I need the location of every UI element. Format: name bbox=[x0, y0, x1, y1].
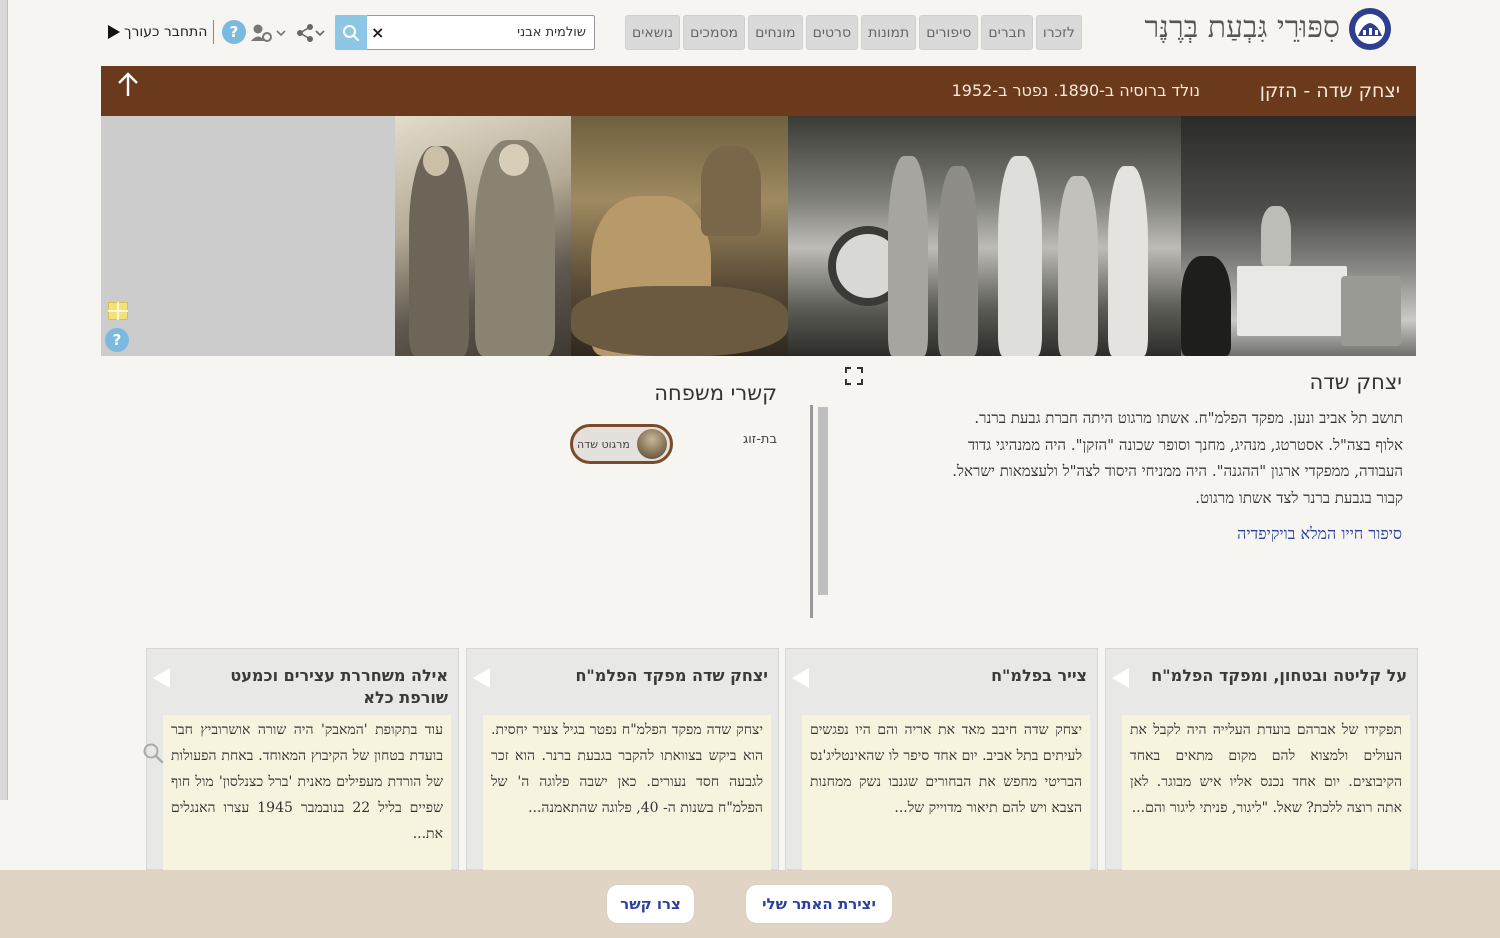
nav-item-photos[interactable]: תמונות bbox=[861, 15, 917, 50]
gallery-photo-meeting[interactable] bbox=[1181, 116, 1416, 356]
create-site-button[interactable]: יצירת האתר שלי bbox=[745, 884, 893, 924]
bio-scroll-thumb[interactable] bbox=[818, 407, 828, 595]
user-gear-icon bbox=[251, 24, 286, 42]
nav-item-videos[interactable]: סרטים bbox=[805, 15, 859, 50]
share-icon bbox=[297, 24, 325, 42]
gallery-photo-sculptor[interactable] bbox=[571, 116, 788, 356]
relation-label: בת-זוג bbox=[742, 432, 777, 447]
nav-item-members[interactable]: חברים bbox=[981, 15, 1033, 50]
play-icon bbox=[108, 25, 120, 39]
story-card-excerpt: יצחק שדה מפקד הפלמ"ח נפטר בגיל צעיר יחסי… bbox=[483, 715, 771, 871]
login-label: התחבר כעורך bbox=[124, 24, 208, 40]
bio-scroll-track bbox=[810, 405, 813, 618]
magnifier-icon[interactable] bbox=[142, 742, 164, 764]
back-to-top-button[interactable] bbox=[117, 72, 139, 98]
bio-line: תושב תל אביב ונען. מפקד הפלמ"ח. אשתו מרג… bbox=[974, 409, 1403, 427]
expand-icon[interactable] bbox=[844, 366, 864, 386]
story-card-excerpt: עוד בתקופת 'המאבק' היה שורה אושרוביץ חבר… bbox=[163, 715, 451, 871]
nav-item-terms[interactable]: מונחים bbox=[748, 15, 803, 50]
nav-item-documents[interactable]: מסמכים bbox=[683, 15, 746, 50]
share-button[interactable] bbox=[296, 22, 326, 44]
search-icon bbox=[343, 24, 360, 41]
family-title: קשרי משפחה bbox=[654, 381, 777, 405]
site-logo-icon[interactable] bbox=[1349, 8, 1391, 50]
story-card-title[interactable]: צייר בפלמ"ח bbox=[829, 665, 1087, 687]
person-header-name: יצחק שדה - הזקן bbox=[1259, 80, 1400, 102]
play-arrow-icon[interactable] bbox=[792, 668, 809, 688]
bio-line: אלוף בצה"ל. אסטרטג, מנהיג, מחנך וסופר שכ… bbox=[968, 435, 1403, 454]
person-header: יצחק שדה - הזקן נולד ברוסיה ב-1890. נפטר… bbox=[101, 66, 1416, 116]
search-input[interactable]: שולמית אבני × bbox=[366, 15, 595, 50]
top-bar: סִפּוּרֵי גִּבְעַת בְּרֶנֶּר לזכרו חברים… bbox=[0, 0, 1500, 66]
relation-name: מרגוט שדה bbox=[577, 437, 630, 451]
story-card-excerpt: תפקידו של אברהם בועדת העלייה היה לקבל את… bbox=[1122, 715, 1410, 871]
site-title[interactable]: סִפּוּרֵי גִּבְעַת בְּרֶנֶּר bbox=[1145, 8, 1340, 48]
nav-item-stories[interactable]: סיפורים bbox=[919, 15, 979, 50]
gallery-empty-area: ? bbox=[101, 116, 395, 356]
gallery-photo-couple[interactable] bbox=[395, 116, 571, 356]
arrow-up-icon bbox=[118, 72, 138, 96]
nav-item-topics[interactable]: נושאים bbox=[625, 15, 681, 50]
story-card[interactable]: צייר בפלמ"ח יצחק שדה חיבב מאד את אריה וה… bbox=[785, 648, 1098, 871]
main-nav: לזכרו חברים סיפורים תמונות סרטים מונחים … bbox=[625, 15, 1082, 50]
toolbar-divider bbox=[213, 20, 214, 44]
search-value: שולמית אבני bbox=[517, 25, 586, 40]
user-settings-button[interactable] bbox=[250, 22, 286, 44]
left-scrollbar[interactable] bbox=[0, 0, 8, 800]
play-arrow-icon[interactable] bbox=[1112, 668, 1129, 688]
contact-button[interactable]: צרו קשר bbox=[606, 884, 695, 924]
story-card-title[interactable]: על קליטה ובטחון, ומפקד הפלמ"ח bbox=[1149, 665, 1407, 687]
bio-text: תושב תל אביב ונען. מפקד הפלמ"ח. אשתו מרג… bbox=[830, 405, 1403, 511]
gallery-help-icon[interactable]: ? bbox=[105, 328, 129, 352]
bio-title: יצחק שדה bbox=[1309, 370, 1402, 394]
play-arrow-icon[interactable] bbox=[153, 668, 170, 688]
story-card-excerpt: יצחק שדה חיבב מאד את אריה והם היו נפגשים… bbox=[802, 715, 1090, 871]
story-card[interactable]: יצחק שדה מפקד הפלמ"ח יצחק שדה מפקד הפלמ"… bbox=[466, 648, 779, 871]
story-card-title[interactable]: יצחק שדה מפקד הפלמ"ח bbox=[510, 665, 768, 687]
avatar bbox=[637, 429, 667, 459]
wikipedia-link[interactable]: סיפור חייו המלא בויקיפדיה bbox=[1237, 524, 1402, 544]
grid-view-icon[interactable] bbox=[108, 302, 128, 320]
bio-line: קבור בגבעת ברנר לצד אשתו מרגוט. bbox=[1195, 488, 1403, 507]
story-card[interactable]: על קליטה ובטחון, ומפקד הפלמ"ח תפקידו של … bbox=[1105, 648, 1418, 871]
story-card[interactable]: אילה משחררת עצירים וכמעט שורפת כלא עוד ב… bbox=[146, 648, 459, 871]
story-card-title[interactable]: אילה משחררת עצירים וכמעט שורפת כלא bbox=[190, 665, 448, 709]
person-header-info: נולד ברוסיה ב-1890. נפטר ב-1952 bbox=[951, 81, 1200, 100]
relation-chip[interactable]: מרגוט שדה bbox=[570, 424, 673, 464]
photo-gallery: ? bbox=[101, 116, 1416, 356]
story-cards: על קליטה ובטחון, ומפקד הפלמ"ח תפקידו של … bbox=[141, 648, 1420, 871]
login-editor-button[interactable]: התחבר כעורך bbox=[108, 20, 207, 44]
play-arrow-icon[interactable] bbox=[473, 668, 490, 688]
help-icon[interactable]: ? bbox=[222, 20, 246, 44]
search-clear-button[interactable]: × bbox=[371, 16, 384, 49]
nav-item-memorial[interactable]: לזכרו bbox=[1035, 15, 1082, 50]
bio-scrollbar[interactable] bbox=[810, 405, 830, 618]
gallery-photo-ceremony[interactable] bbox=[788, 116, 1181, 356]
search-button[interactable] bbox=[335, 15, 367, 50]
footer: יצירת האתר שלי צרו קשר bbox=[0, 870, 1500, 938]
bio-line: העבודה, ממפקדי ארגון "ההגנה". היה ממניחי… bbox=[952, 462, 1403, 480]
